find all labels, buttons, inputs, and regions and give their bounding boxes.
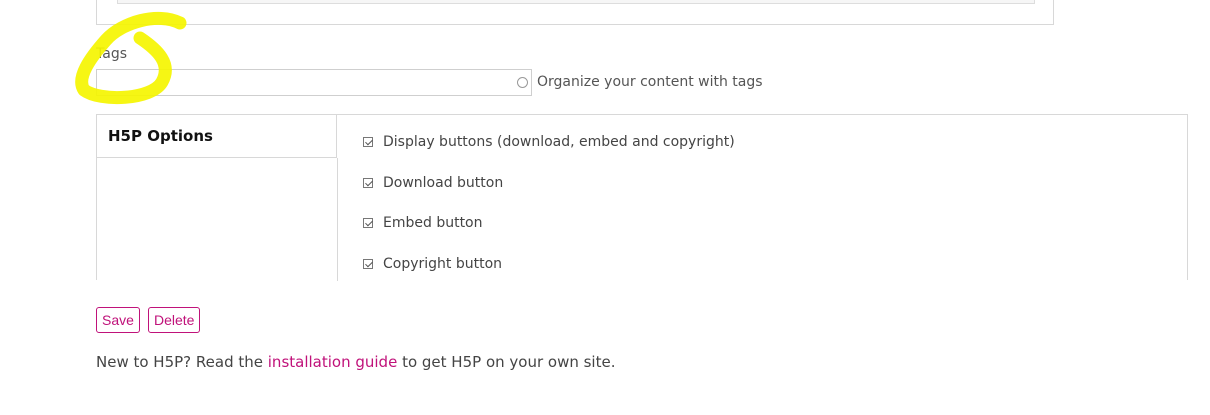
display-buttons-label: Display buttons (download, embed and cop… xyxy=(383,134,735,150)
h5p-options-tab[interactable]: H5P Options xyxy=(97,115,337,158)
option-display-buttons[interactable]: Display buttons (download, embed and cop… xyxy=(363,132,735,152)
delete-button[interactable]: Delete xyxy=(148,307,201,333)
tags-label: Tags xyxy=(96,46,127,62)
embed-button-checkbox[interactable] xyxy=(363,218,373,228)
tags-description: Organize your content with tags xyxy=(537,74,763,90)
save-button[interactable]: Save xyxy=(96,307,140,333)
download-button-label: Download button xyxy=(383,175,504,191)
footer-prefix: New to H5P? Read the xyxy=(96,353,268,371)
options-tab-divider xyxy=(337,158,338,281)
display-buttons-checkbox[interactable] xyxy=(363,137,373,147)
install-guide-note: New to H5P? Read the installation guide … xyxy=(96,353,615,371)
option-download-button[interactable]: Download button xyxy=(363,173,503,193)
option-copyright-button[interactable]: Copyright button xyxy=(363,254,502,274)
previous-fieldset-inner xyxy=(117,0,1035,4)
option-embed-button[interactable]: Embed button xyxy=(363,213,483,233)
previous-fieldset xyxy=(96,0,1054,25)
h5p-options-title: H5P Options xyxy=(108,127,213,145)
embed-button-label: Embed button xyxy=(383,215,483,231)
tags-input[interactable] xyxy=(96,69,532,96)
copyright-button-label: Copyright button xyxy=(383,256,503,272)
download-button-checkbox[interactable] xyxy=(363,178,373,188)
copyright-button-checkbox[interactable] xyxy=(363,259,373,269)
autocomplete-throbber-icon xyxy=(517,77,528,88)
footer-suffix: to get H5P on your own site. xyxy=(397,353,616,371)
installation-guide-link[interactable]: installation guide xyxy=(268,353,398,371)
h5p-options-panel: H5P Options Display buttons (download, e… xyxy=(96,114,1188,281)
